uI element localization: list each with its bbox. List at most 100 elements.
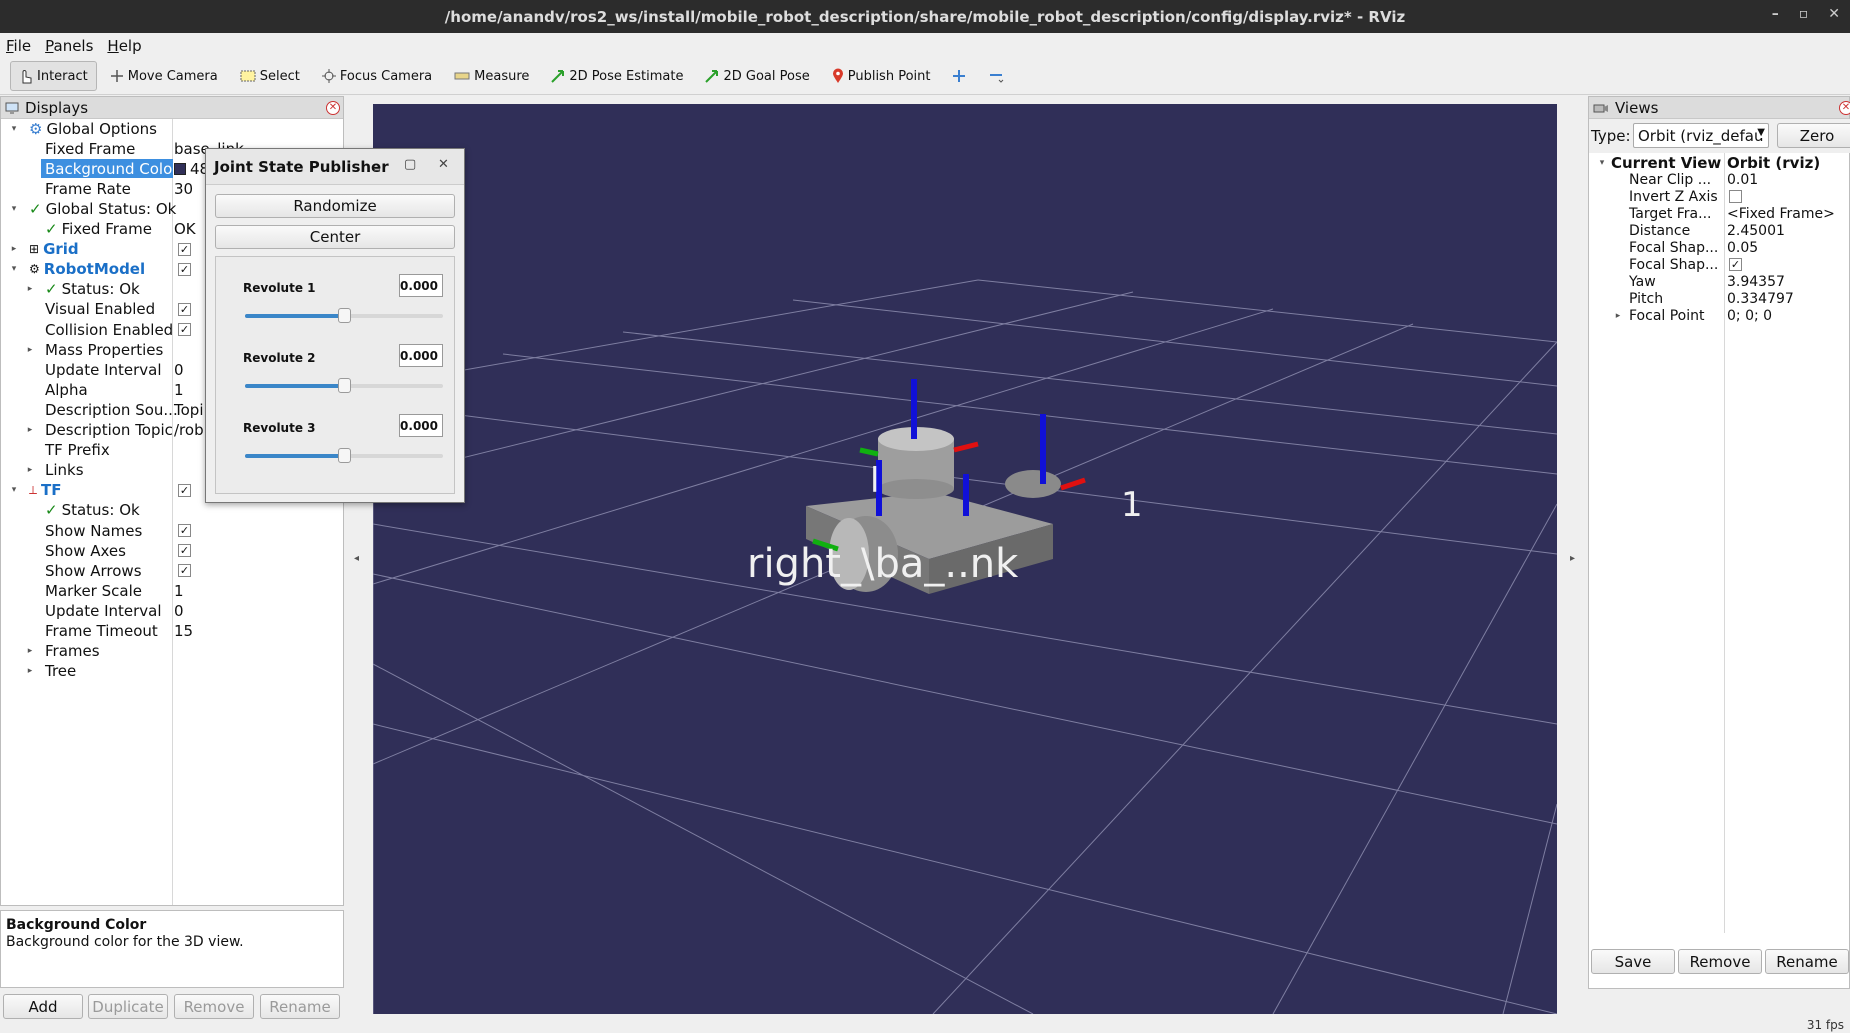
- view-property-label: Pitch: [1629, 290, 1664, 307]
- expand-arrow-icon[interactable]: ▸: [25, 284, 35, 294]
- expand-arrow-icon[interactable]: ▸: [1613, 311, 1623, 321]
- jsp-minimize-icon[interactable]: ‗: [374, 157, 380, 171]
- jsp-maximize-icon[interactable]: ▢: [404, 157, 416, 172]
- toolbar: Interact Move Camera Select Focus Camera…: [0, 58, 1850, 95]
- row-value[interactable]: 48: [174, 160, 209, 178]
- center-button[interactable]: Center: [215, 225, 455, 249]
- view-property-value[interactable]: 2.45001: [1727, 223, 1785, 239]
- display-row[interactable]: ✓ Status: Ok: [1, 501, 343, 520]
- expand-arrow-icon[interactable]: ▾: [9, 264, 19, 274]
- display-row[interactable]: Frame Timeout 15: [1, 622, 343, 641]
- display-row[interactable]: Update Interval 0: [1, 601, 343, 620]
- joint-1-value[interactable]: 0.000: [399, 274, 443, 297]
- row-value[interactable]: 15: [174, 622, 193, 640]
- menu-help[interactable]: Help: [107, 37, 141, 55]
- joint-3-value[interactable]: 0.000: [399, 414, 443, 437]
- display-row[interactable]: Show Arrows ✓: [1, 561, 343, 580]
- expand-arrow-icon[interactable]: ▾: [1597, 158, 1607, 168]
- minimize-icon[interactable]: –: [1772, 6, 1779, 22]
- tool-select-label: Select: [259, 68, 300, 84]
- tool-2d-goal-pose[interactable]: 2D Goal Pose: [696, 61, 818, 91]
- close-panel-icon[interactable]: ✕: [326, 101, 340, 115]
- collapse-right-icon[interactable]: ▸: [1570, 553, 1575, 564]
- enable-checkbox[interactable]: ✓: [178, 302, 191, 316]
- collapse-left-icon[interactable]: ◂: [354, 553, 359, 564]
- randomize-button[interactable]: Randomize: [215, 194, 455, 218]
- duplicate-display-button[interactable]: Duplicate: [88, 994, 168, 1019]
- expand-arrow-icon[interactable]: ▸: [25, 345, 35, 355]
- view-property-value[interactable]: 0.334797: [1727, 291, 1794, 307]
- menu-panels[interactable]: Panels: [45, 37, 93, 55]
- tool-publish-point[interactable]: Publish Point: [823, 61, 940, 91]
- tool-interact-label: Interact: [37, 68, 88, 84]
- display-row[interactable]: ▾ ⚙ Global Options: [1, 119, 343, 138]
- row-label-text: Description Sou...: [45, 400, 178, 419]
- view-type-select[interactable]: Orbit (rviz_defau ▼: [1633, 123, 1769, 148]
- joint-2-value[interactable]: 0.000: [399, 344, 443, 367]
- view-property-value[interactable]: 0; 0; 0: [1727, 308, 1772, 324]
- view-property-value[interactable]: 3.94357: [1727, 274, 1785, 290]
- tool-interact[interactable]: Interact: [10, 61, 97, 91]
- tool-2d-pose-estimate[interactable]: 2D Pose Estimate: [542, 61, 692, 91]
- jsp-close-icon[interactable]: ✕: [438, 157, 449, 172]
- expand-arrow-icon[interactable]: ▸: [25, 465, 35, 475]
- row-value[interactable]: 1: [174, 381, 184, 399]
- tool-move-camera[interactable]: Move Camera: [101, 61, 227, 91]
- menu-file[interactable]: File: [6, 37, 31, 55]
- minus-icon: [990, 74, 1004, 83]
- row-value[interactable]: OK: [174, 220, 196, 238]
- tool-measure[interactable]: Measure: [445, 61, 538, 91]
- view-property-value[interactable]: 0.05: [1727, 240, 1758, 256]
- display-row[interactable]: ▸ Tree: [1, 662, 343, 681]
- enable-checkbox[interactable]: ✓: [178, 323, 191, 336]
- row-value[interactable]: 0: [174, 602, 184, 620]
- render-viewport[interactable]: right_\ba_..nk 1 l: [373, 104, 1557, 1014]
- expand-arrow-icon[interactable]: ▾: [9, 485, 19, 495]
- view-checkbox[interactable]: ✓: [1729, 258, 1742, 271]
- joint-2-slider[interactable]: [245, 378, 443, 393]
- add-display-button[interactable]: Add: [3, 994, 83, 1019]
- save-view-button[interactable]: Save: [1591, 949, 1675, 974]
- display-row[interactable]: ▸ Frames: [1, 642, 343, 661]
- row-value[interactable]: 0: [174, 361, 184, 379]
- expand-arrow-icon[interactable]: ▸: [25, 646, 35, 656]
- display-row[interactable]: Marker Scale 1: [1, 581, 343, 600]
- expand-arrow-icon[interactable]: ▾: [9, 124, 19, 134]
- joint-3-slider[interactable]: [245, 448, 443, 463]
- display-row[interactable]: Show Axes ✓: [1, 541, 343, 560]
- expand-arrow-icon[interactable]: ▸: [25, 666, 35, 676]
- expand-arrow-icon[interactable]: ▸: [9, 244, 19, 254]
- enable-checkbox[interactable]: ✓: [178, 524, 191, 537]
- view-property-row[interactable]: ▸ Focal Point 0; 0; 0: [1589, 306, 1850, 325]
- view-checkbox[interactable]: [1729, 190, 1742, 203]
- tool-focus-camera[interactable]: Focus Camera: [313, 61, 441, 91]
- enable-checkbox[interactable]: ✓: [178, 544, 191, 558]
- remove-display-button[interactable]: Remove: [174, 994, 254, 1019]
- enable-checkbox[interactable]: ✓: [178, 564, 191, 578]
- expand-arrow-icon[interactable]: ▸: [25, 425, 35, 435]
- display-row[interactable]: Show Names ✓: [1, 521, 343, 540]
- view-property-value[interactable]: 0.01: [1727, 172, 1758, 188]
- tool-select[interactable]: Select: [231, 61, 309, 91]
- views-tree: ▾ Current View Orbit (rviz) Near Clip ... 0.…: [1589, 153, 1850, 933]
- zero-button[interactable]: Zero: [1777, 123, 1850, 148]
- joint-1-slider[interactable]: [245, 308, 443, 323]
- row-value[interactable]: 1: [174, 582, 184, 600]
- enable-checkbox[interactable]: ✓: [178, 242, 191, 256]
- add-tool-button[interactable]: [943, 61, 975, 91]
- expand-arrow-icon[interactable]: ▾: [9, 204, 19, 214]
- close-views-icon[interactable]: ✕: [1839, 101, 1850, 115]
- row-value[interactable]: 30: [174, 180, 193, 198]
- enable-checkbox[interactable]: ✓: [178, 483, 191, 497]
- maximize-icon[interactable]: ▫: [1799, 6, 1809, 22]
- rename-view-button[interactable]: Rename: [1765, 949, 1849, 974]
- remove-tool-button[interactable]: [979, 61, 1013, 91]
- close-icon[interactable]: ✕: [1828, 6, 1840, 22]
- rename-display-button[interactable]: Rename: [260, 994, 340, 1019]
- remove-view-button[interactable]: Remove: [1678, 949, 1762, 974]
- view-property-value[interactable]: <Fixed Frame>: [1727, 206, 1835, 222]
- row-value[interactable]: Topi: [174, 401, 203, 419]
- views-type-bar: Type: Orbit (rviz_defau ▼ Zero: [1589, 119, 1850, 153]
- row-value[interactable]: /rob: [174, 421, 204, 439]
- enable-checkbox[interactable]: ✓: [178, 262, 191, 276]
